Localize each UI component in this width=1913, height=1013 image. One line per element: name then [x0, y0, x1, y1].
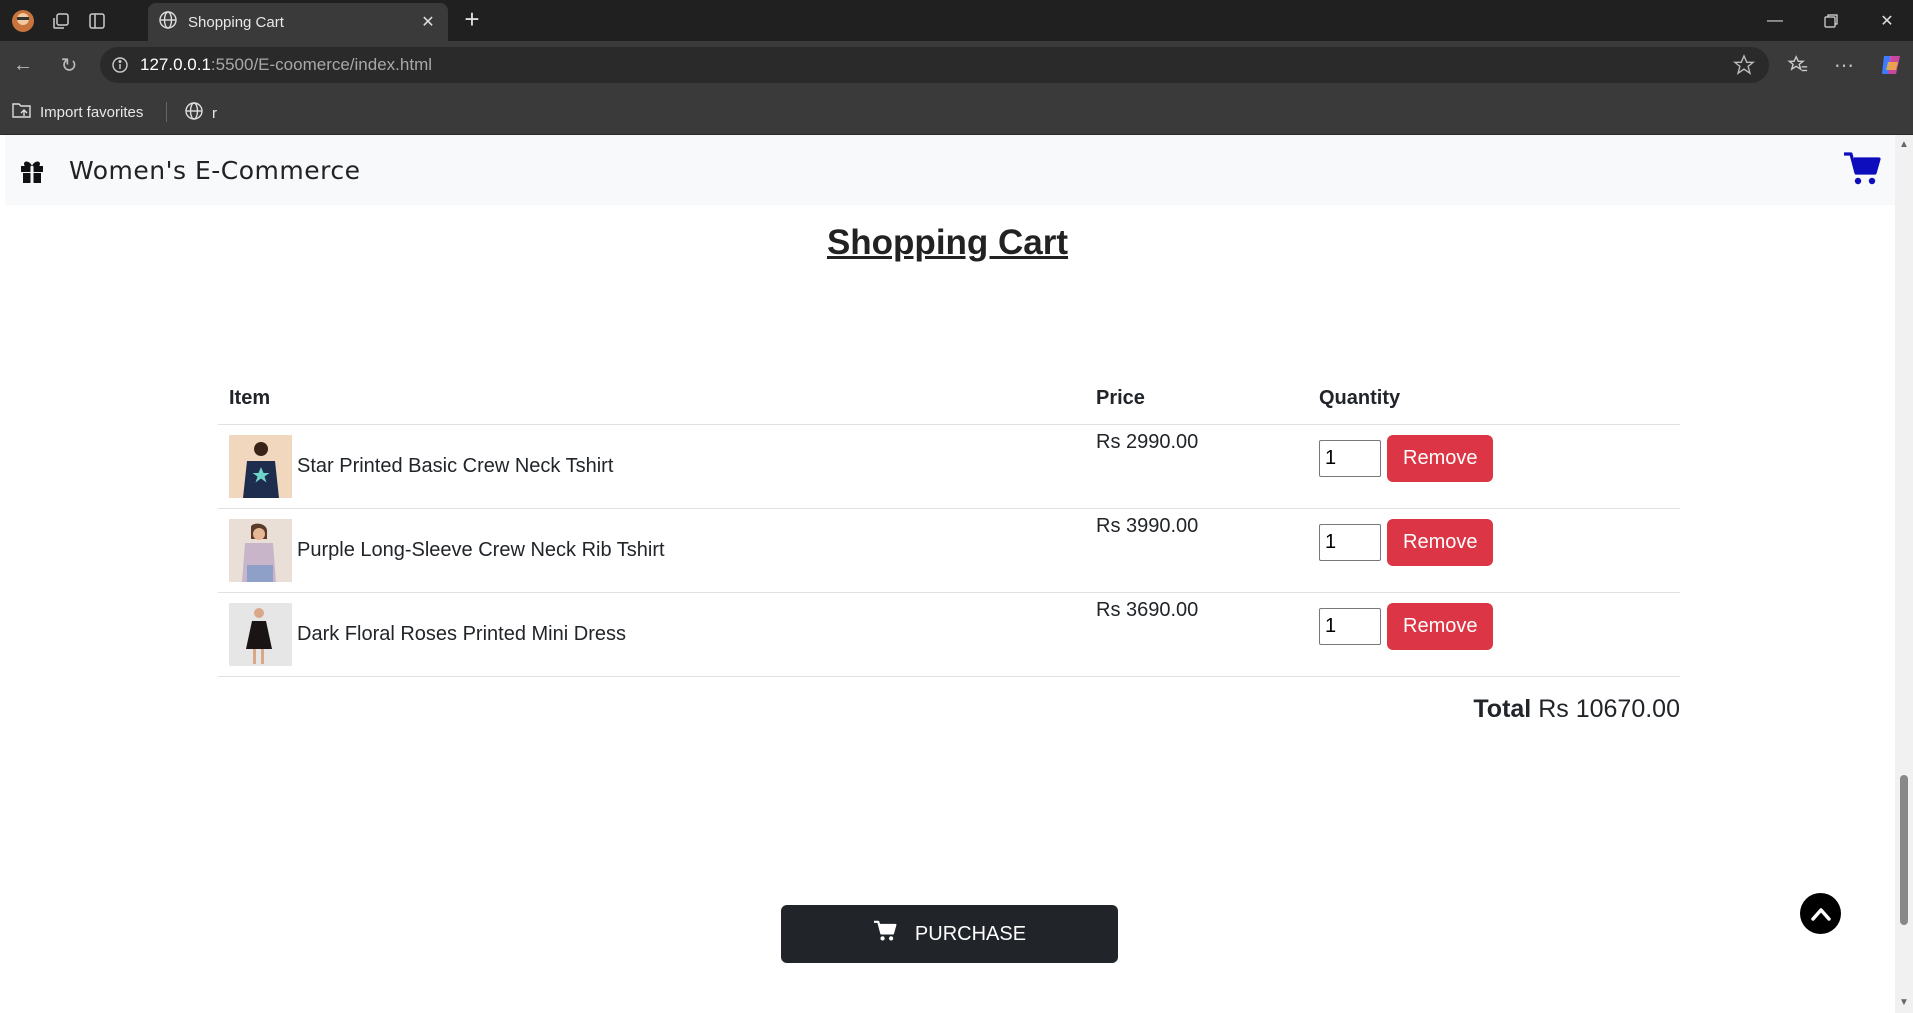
item-name: Dark Floral Roses Printed Mini Dress — [297, 622, 626, 645]
vertical-tabs-icon[interactable] — [84, 8, 110, 34]
quantity-cell: Remove — [1308, 592, 1680, 677]
back-icon[interactable]: ← — [8, 50, 38, 80]
item-price: Rs 2990.00 — [1085, 424, 1308, 509]
scroll-to-top-button[interactable] — [1800, 893, 1841, 934]
table-row: Purple Long-Sleeve Crew Neck Rib Tshirt … — [218, 508, 1680, 593]
workspaces-icon[interactable] — [48, 8, 74, 34]
more-options-icon[interactable]: ⋯ — [1829, 50, 1859, 80]
url-path: :5500/E-coomerce/index.html — [210, 55, 433, 74]
browser-titlebar: Shopping Cart ✕ + — ✕ — [0, 0, 1913, 41]
cart-table: Item Price Quantity Star Printed Basic C… — [218, 373, 1680, 677]
globe-icon — [184, 101, 204, 125]
header-price: Price — [1085, 373, 1308, 425]
scroll-up-arrow-icon[interactable]: ▲ — [1898, 139, 1910, 151]
cart-total: Total Rs 10670.00 — [1450, 695, 1680, 724]
quantity-input[interactable] — [1319, 439, 1381, 477]
quantity-input[interactable] — [1319, 523, 1381, 561]
quantity-cell: Remove — [1308, 424, 1680, 509]
remove-button[interactable]: Remove — [1387, 434, 1494, 482]
quantity-cell: Remove — [1308, 508, 1680, 593]
globe-icon — [158, 10, 178, 34]
quantity-input[interactable] — [1319, 607, 1381, 645]
header-item: Item — [218, 373, 1085, 425]
shopping-cart-icon[interactable] — [1843, 151, 1881, 187]
copilot-icon[interactable] — [1876, 50, 1906, 80]
address-bar[interactable]: 127.0.0.1:5500/E-coomerce/index.html — [100, 47, 1769, 83]
item-name: Purple Long-Sleeve Crew Neck Rib Tshirt — [297, 538, 665, 561]
remove-button[interactable]: Remove — [1387, 518, 1494, 566]
bookmark-divider — [166, 102, 167, 122]
favorite-star-icon[interactable] — [1732, 54, 1756, 81]
brand-title[interactable]: Women's E-Commerce — [69, 156, 360, 185]
cart-icon — [873, 920, 897, 948]
restore-icon[interactable] — [1808, 0, 1854, 41]
table-row: Star Printed Basic Crew Neck Tshirt Rs 2… — [218, 424, 1680, 509]
total-label: Total — [1473, 695, 1532, 723]
item-cell: Purple Long-Sleeve Crew Neck Rib Tshirt — [218, 508, 1085, 593]
new-tab-button[interactable]: + — [458, 6, 486, 34]
close-window-icon[interactable]: ✕ — [1864, 0, 1910, 41]
page-viewport: Women's E-Commerce Shopping Cart Item Pr… — [0, 135, 1895, 1013]
purchase-button[interactable]: PURCHASE — [781, 905, 1118, 963]
bookmark-label: r — [212, 104, 217, 122]
site-info-icon[interactable] — [100, 57, 140, 73]
table-row: Dark Floral Roses Printed Mini Dress Rs … — [218, 592, 1680, 677]
cart-header-row: Item Price Quantity — [218, 373, 1680, 425]
tab-title: Shopping Cart — [188, 13, 284, 31]
item-cell: Star Printed Basic Crew Neck Tshirt — [218, 424, 1085, 509]
bookmarks-bar: Import favorites r — [0, 89, 1913, 135]
scrollbar-thumb[interactable] — [1900, 775, 1908, 925]
site-navbar: Women's E-Commerce — [5, 135, 1895, 205]
bookmark-r[interactable]: r — [184, 101, 217, 125]
header-quantity: Quantity — [1308, 373, 1680, 425]
item-price: Rs 3690.00 — [1085, 592, 1308, 677]
bookmark-label: Import favorites — [40, 103, 144, 121]
browser-toolbar: ← ↻ 127.0.0.1:5500/E-coomerce/index.html… — [0, 41, 1913, 89]
purchase-label: PURCHASE — [914, 922, 1027, 945]
product-thumbnail — [229, 602, 292, 666]
total-value: Rs 10670.00 — [1538, 695, 1680, 723]
minimize-icon[interactable]: — — [1752, 0, 1798, 41]
product-thumbnail — [229, 434, 292, 498]
profile-avatar-icon[interactable] — [10, 8, 36, 34]
page-title: Shopping Cart — [826, 223, 1069, 262]
tab-shopping-cart[interactable]: Shopping Cart ✕ — [148, 3, 448, 41]
chevron-up-icon — [1810, 907, 1831, 921]
item-price: Rs 3990.00 — [1085, 508, 1308, 593]
item-cell: Dark Floral Roses Printed Mini Dress — [218, 592, 1085, 677]
close-tab-icon[interactable]: ✕ — [416, 12, 440, 32]
scroll-down-arrow-icon[interactable]: ▼ — [1898, 997, 1910, 1009]
product-thumbnail — [229, 518, 292, 582]
item-name: Star Printed Basic Crew Neck Tshirt — [297, 454, 614, 477]
reload-icon[interactable]: ↻ — [54, 50, 84, 80]
import-folder-icon — [12, 101, 32, 123]
url-host: 127.0.0.1 — [140, 55, 211, 74]
bookmark-import-favorites[interactable]: Import favorites — [12, 101, 143, 123]
favorites-icon[interactable] — [1783, 50, 1813, 80]
page-scrollbar[interactable]: ▲ ▼ — [1895, 135, 1913, 1013]
remove-button[interactable]: Remove — [1387, 602, 1494, 650]
gift-icon — [17, 155, 47, 185]
